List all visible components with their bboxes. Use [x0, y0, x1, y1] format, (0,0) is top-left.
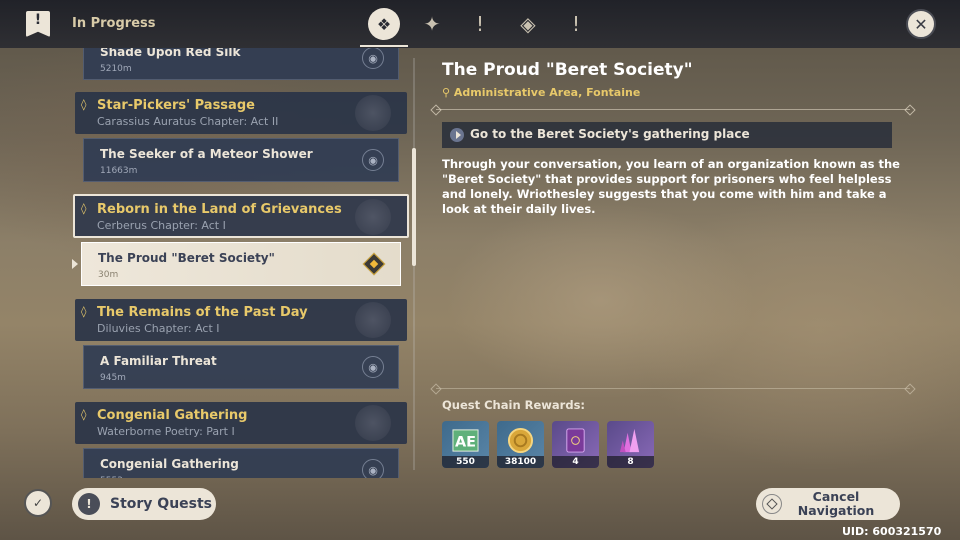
page-title: In Progress	[72, 16, 156, 31]
close-icon: ✕	[914, 14, 928, 34]
tab-world-quests[interactable]: ◈	[506, 6, 550, 42]
chapter-crest-icon	[355, 199, 391, 235]
location-pin-icon: ⚲	[442, 86, 454, 99]
quest-item-distance: 5553m	[100, 476, 132, 478]
cancel-navigation-label: Cancel Navigation	[797, 489, 875, 518]
quest-detail-title: The Proud "Beret Society"	[442, 60, 693, 80]
quest-item-distance: 945m	[100, 373, 126, 383]
quest-item-distance: 30m	[98, 270, 119, 280]
daily-quest-icon: !	[571, 12, 581, 36]
tab-all-quests[interactable]: ❖	[362, 6, 406, 42]
quest-chain-header-selected[interactable]: ◊ Reborn in the Land of Grievances Cerbe…	[73, 194, 409, 238]
reward-mora[interactable]: 38100	[497, 421, 544, 468]
reward-count: 8	[607, 456, 654, 468]
location-pin-icon[interactable]: ◉	[362, 48, 384, 69]
quest-chain-icon: ◊	[81, 202, 87, 215]
story-quests-button[interactable]: ! Story Quests	[72, 488, 216, 520]
quest-item-name: A Familiar Threat	[100, 354, 217, 368]
mystic-enhancement-ore-icon	[619, 428, 640, 453]
reward-enhancement-ore[interactable]: 8	[607, 421, 654, 468]
quest-chain-header[interactable]: ◊ Star-Pickers' Passage Carassius Auratu…	[75, 92, 407, 134]
uid-label: UID: 600321570	[842, 525, 942, 538]
quest-item[interactable]: A Familiar Threat 945m ◉	[83, 345, 399, 389]
story-quest-icon: !	[78, 493, 100, 515]
quest-chain-icon: ◊	[81, 408, 87, 421]
quest-description: Through your conversation, you learn of …	[442, 157, 900, 216]
quest-item[interactable]: Congenial Gathering 5553m ◉	[83, 448, 399, 478]
quest-item-name: The Seeker of a Meteor Shower	[100, 147, 313, 161]
story-quest-icon: !	[475, 12, 485, 36]
location-pin-icon[interactable]: ◉	[362, 459, 384, 478]
quest-chain-chapter: Waterborne Poetry: Part I	[97, 425, 235, 438]
reward-count: 550	[442, 456, 489, 468]
active-tab-indicator	[360, 45, 408, 47]
quest-item-name: Congenial Gathering	[100, 457, 239, 471]
story-quests-label: Story Quests	[110, 496, 213, 512]
quest-item-distance: 11663m	[100, 166, 138, 176]
quest-chain-name: Star-Pickers' Passage	[97, 98, 255, 113]
quest-objective: Go to the Beret Society's gathering plac…	[442, 122, 892, 148]
adventure-exp-icon: AE	[452, 429, 479, 452]
quest-item-name: Shade Upon Red Silk	[100, 48, 241, 59]
quest-item-distance: 5210m	[100, 64, 132, 74]
quest-item-selected[interactable]: The Proud "Beret Society" 30m	[81, 242, 401, 286]
heros-wit-icon	[566, 428, 585, 453]
scrollbar-thumb[interactable]	[412, 148, 416, 266]
chapter-crest-icon	[355, 405, 391, 441]
quest-chain-icon: ◊	[81, 305, 87, 318]
reward-adventure-exp[interactable]: AE 550	[442, 421, 489, 468]
quest-chain-name: The Remains of the Past Day	[97, 305, 308, 320]
quest-chain-header[interactable]: ◊ The Remains of the Past Day Diluvies C…	[75, 299, 407, 341]
mora-icon	[507, 427, 534, 454]
quest-item-name: The Proud "Beret Society"	[98, 251, 275, 265]
divider	[436, 109, 910, 110]
objective-text: Go to the Beret Society's gathering plac…	[470, 127, 750, 141]
quest-chain-chapter: Cerberus Chapter: Act I	[97, 219, 226, 232]
tracked-quest-icon[interactable]	[362, 252, 386, 276]
quest-chain-name: Congenial Gathering	[97, 408, 248, 423]
top-bar: ! In Progress ❖ ✦ ! ◈ ! ✕	[0, 0, 960, 48]
tab-archon-quests[interactable]: ✦	[410, 6, 454, 42]
quest-filter-icon[interactable]: ✓	[24, 489, 52, 517]
quest-item[interactable]: The Seeker of a Meteor Shower 11663m ◉	[83, 138, 399, 182]
quest-item[interactable]: Shade Upon Red Silk 5210m ◉	[83, 48, 399, 80]
archon-quest-icon: ✦	[423, 12, 441, 36]
quest-book-mark: !	[34, 12, 42, 28]
cancel-navigation-button[interactable]: Cancel Navigation	[756, 488, 900, 520]
quest-location: ⚲ Administrative Area, Fontaine	[442, 86, 641, 99]
quest-chain-header[interactable]: ◊ Congenial Gathering Waterborne Poetry:…	[75, 402, 407, 444]
reward-count: 38100	[497, 456, 544, 468]
svg-text:AE: AE	[455, 434, 476, 450]
divider	[436, 388, 910, 389]
objective-arrow-icon	[450, 128, 464, 142]
quest-chain-name: Reborn in the Land of Grievances	[97, 202, 342, 217]
quest-list[interactable]: Shade Upon Red Silk 5210m ◉ ◊ Star-Picke…	[73, 48, 409, 478]
tab-daily-quests[interactable]: !	[554, 6, 598, 42]
close-button[interactable]: ✕	[906, 9, 936, 39]
tab-story-quests[interactable]: !	[458, 6, 502, 42]
reward-count: 4	[552, 456, 599, 468]
quest-chain-chapter: Carassius Auratus Chapter: Act II	[97, 115, 279, 128]
reward-heros-wit[interactable]: 4	[552, 421, 599, 468]
chapter-crest-icon	[355, 95, 391, 131]
quest-chain-icon: ◊	[81, 98, 87, 111]
selection-arrow-icon	[72, 259, 78, 269]
rewards-label: Quest Chain Rewards:	[442, 398, 586, 412]
location-pin-icon[interactable]: ◉	[362, 149, 384, 171]
navigation-icon	[762, 494, 782, 514]
quest-chain-chapter: Diluvies Chapter: Act I	[97, 322, 220, 335]
world-quest-icon: ◈	[520, 12, 536, 36]
all-quests-icon: ❖	[368, 8, 400, 40]
location-pin-icon[interactable]: ◉	[362, 356, 384, 378]
chapter-crest-icon	[355, 302, 391, 338]
